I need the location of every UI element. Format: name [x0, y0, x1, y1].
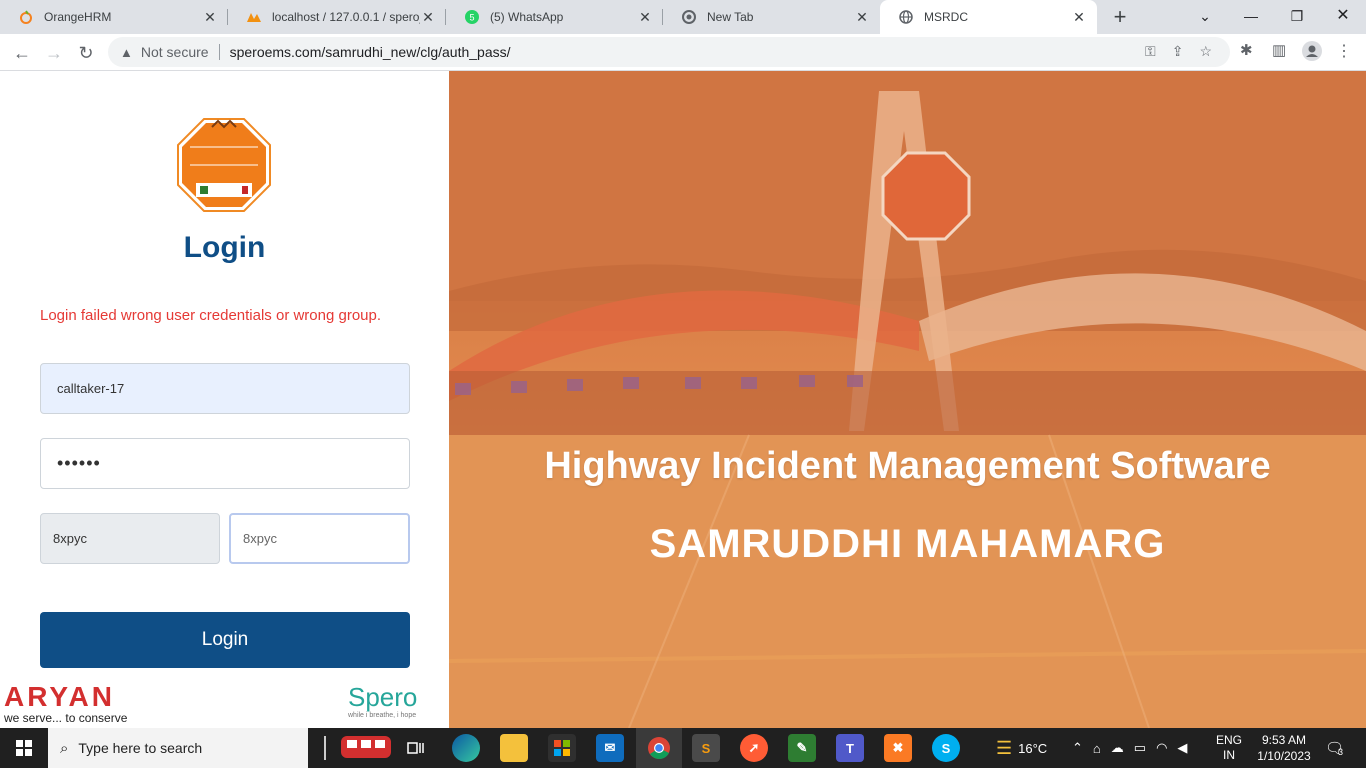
username-input[interactable]: calltaker-17 [40, 363, 410, 414]
task-view-icon[interactable] [402, 734, 430, 762]
tab-msrdc[interactable]: MSRDC ✕ [880, 0, 1097, 34]
restore-button[interactable]: ❐ [1274, 0, 1320, 34]
spero-logo: Spero while i breathe, i hope [348, 682, 418, 719]
chevron-up-icon[interactable]: ⌃ [1072, 740, 1083, 756]
orangehrm-icon [18, 9, 34, 25]
close-icon[interactable]: ✕ [637, 9, 653, 26]
train-widget-icon[interactable] [312, 734, 394, 762]
menu-icon[interactable]: ⋮ [1336, 41, 1352, 61]
tab-whatsapp[interactable]: 5 (5) WhatsApp ✕ [446, 0, 663, 34]
sublime-text-icon[interactable]: S [692, 734, 720, 762]
page-content: Login Login failed wrong user credential… [0, 71, 1366, 728]
login-button[interactable]: Login [40, 612, 410, 668]
hero-title: Highway Incident Management Software [544, 445, 1271, 487]
tab-orangehrm[interactable]: OrangeHRM ✕ [0, 0, 228, 34]
battery-icon[interactable]: ▭ [1134, 740, 1146, 756]
weather-icon: ☰ [996, 737, 1013, 758]
captcha-display: 8xpyc [40, 513, 220, 564]
skype-icon[interactable]: S [932, 734, 960, 762]
system-tray[interactable]: ⌃ ⌂ ☁ ▭ ◠ ◀ [1072, 728, 1187, 768]
close-window-button[interactable]: ✕ [1320, 0, 1366, 34]
store-icon[interactable] [548, 734, 576, 762]
extensions-icon[interactable]: ✱ [1240, 41, 1253, 59]
close-icon[interactable]: ✕ [854, 9, 870, 26]
postman-icon[interactable]: ➚ [740, 734, 768, 762]
windows-taskbar: ⌕ Type here to search ✉ S ➚ ✎ T ✖ S ☰ 16… [0, 728, 1366, 768]
file-explorer-icon[interactable] [500, 734, 528, 762]
hero-subtitle: SAMRUDDHI MAHAMARG [649, 522, 1166, 566]
phpmyadmin-icon [246, 9, 262, 25]
login-panel: Login Login failed wrong user credential… [0, 71, 449, 728]
browser-toolbar: ← → ↻ ▲ Not secure speroems.com/samrudhi… [0, 34, 1366, 71]
toll-plaza-image [449, 71, 1366, 728]
teams-icon[interactable]: T [836, 734, 864, 762]
notification-badge: 3 [1338, 747, 1344, 757]
tab-search-button[interactable]: ⌄ [1182, 0, 1228, 34]
chrome-taskbar-icon[interactable] [636, 728, 682, 768]
login-error-message: Login failed wrong user credentials or w… [40, 307, 382, 324]
notepad-plus-icon[interactable]: ✎ [788, 734, 816, 762]
new-tab-button[interactable]: + [1107, 4, 1133, 30]
address-bar[interactable]: ▲ Not secure speroems.com/samrudhi_new/c… [108, 37, 1230, 67]
reload-button[interactable]: ↻ [72, 39, 100, 67]
volume-icon[interactable]: ◀ [1177, 740, 1187, 756]
profile-avatar[interactable] [1302, 41, 1322, 65]
onedrive-icon[interactable]: ☁ [1111, 740, 1124, 756]
key-icon[interactable]: ⚿ [1145, 43, 1156, 60]
captcha-input[interactable]: 8xpyc [229, 513, 410, 564]
globe-icon [898, 9, 914, 25]
close-icon[interactable]: ✕ [420, 9, 436, 26]
weather-widget[interactable]: ☰ 16°C [996, 728, 1047, 768]
notification-center-icon[interactable]: 🗨 3 [1322, 728, 1346, 768]
mail-icon[interactable]: ✉ [596, 734, 624, 762]
side-panel-icon[interactable]: ▥ [1272, 41, 1286, 59]
language-indicator[interactable]: ENG IN [1216, 728, 1242, 768]
warning-icon[interactable]: ▲ [120, 45, 133, 60]
browser-tab-strip: OrangeHRM ✕ localhost / 127.0.0.1 / sper… [0, 0, 1366, 34]
forward-button[interactable]: → [40, 39, 68, 67]
minimize-button[interactable]: — [1228, 0, 1274, 34]
close-icon[interactable]: ✕ [1071, 9, 1087, 26]
windows-icon [16, 740, 32, 756]
login-title: Login [183, 231, 266, 264]
clock[interactable]: 9:53 AM 1/10/2023 [1254, 728, 1314, 768]
meet-now-icon[interactable]: ⌂ [1093, 741, 1101, 756]
start-button[interactable] [0, 728, 48, 768]
star-icon[interactable]: ☆ [1199, 43, 1212, 60]
edge-icon[interactable] [452, 734, 480, 762]
password-input[interactable]: •••••• [40, 438, 410, 489]
wifi-icon[interactable]: ◠ [1156, 740, 1167, 756]
chrome-icon [681, 9, 697, 25]
tab-new-tab[interactable]: New Tab ✕ [663, 0, 880, 34]
search-icon: ⌕ [60, 739, 69, 757]
whatsapp-icon: 5 [464, 9, 480, 25]
close-icon[interactable]: ✕ [202, 9, 218, 26]
tab-phpmyadmin[interactable]: localhost / 127.0.0.1 / spero_ ✕ [228, 0, 446, 34]
svg-text:5: 5 [469, 13, 474, 23]
hero-panel: Highway Incident Management Software SAM… [449, 71, 1366, 728]
msrdc-logo [176, 117, 272, 213]
aryan-logo: ARYAN we serve... to conserve [4, 681, 128, 726]
back-button[interactable]: ← [8, 39, 36, 67]
share-icon[interactable]: ⇪ [1172, 43, 1184, 60]
taskbar-search[interactable]: ⌕ Type here to search [48, 728, 308, 768]
xampp-icon[interactable]: ✖ [884, 734, 912, 762]
